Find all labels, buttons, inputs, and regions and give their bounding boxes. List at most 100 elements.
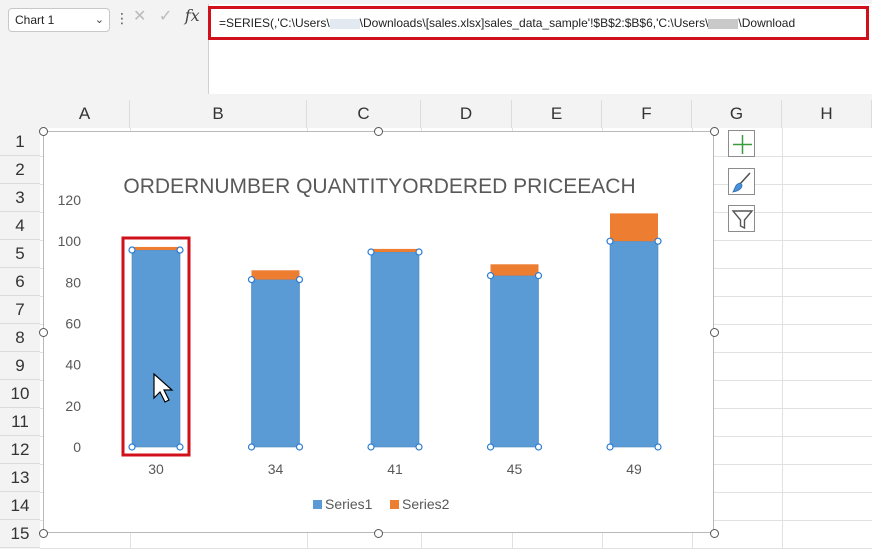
y-tick-label: 0 [73, 439, 81, 455]
point-selection-handle[interactable] [176, 246, 184, 254]
row-header-7[interactable]: 7 [0, 296, 40, 324]
more-options-icon[interactable]: ⋮ [115, 10, 129, 27]
row-header-5[interactable]: 5 [0, 240, 40, 268]
row-header-13[interactable]: 13 [0, 464, 40, 492]
formula-buttons: ✕ ✓ fx [133, 6, 208, 34]
plus-icon [733, 135, 752, 154]
insert-function-icon[interactable]: fx [185, 6, 200, 25]
point-selection-handle[interactable] [367, 443, 375, 451]
bar-series1-30[interactable] [131, 249, 181, 448]
legend-swatch-series2 [390, 500, 399, 509]
row-header-14[interactable]: 14 [0, 492, 40, 520]
column-header-g[interactable]: G [692, 100, 782, 128]
resize-handle[interactable] [38, 327, 48, 337]
point-selection-handle[interactable] [415, 248, 423, 256]
bar-series1-41[interactable] [370, 251, 420, 448]
bar-series2-34[interactable] [251, 270, 300, 280]
bar-series1-49[interactable] [609, 240, 659, 448]
row-header-1[interactable]: 1 [0, 128, 40, 156]
row-header-10[interactable]: 10 [0, 380, 40, 408]
y-tick-label: 60 [65, 316, 81, 332]
x-tick-label: 45 [507, 461, 523, 477]
point-selection-handle[interactable] [606, 443, 614, 451]
point-selection-handle[interactable] [128, 246, 136, 254]
y-tick-label: 40 [65, 357, 81, 373]
chart-styles-button[interactable] [728, 168, 755, 195]
funnel-icon [731, 210, 754, 230]
column-header-d[interactable]: D [421, 100, 512, 128]
chevron-down-icon[interactable]: ⌄ [95, 13, 104, 27]
row-header-8[interactable]: 8 [0, 324, 40, 352]
row-header-6[interactable]: 6 [0, 268, 40, 296]
x-tick-label: 49 [626, 461, 642, 477]
point-selection-handle[interactable] [534, 443, 543, 451]
bar-series2-45[interactable] [490, 264, 539, 276]
row-header-9[interactable]: 9 [0, 352, 40, 380]
legend-label-series2[interactable]: Series2 [402, 496, 450, 512]
redacted-username [329, 18, 360, 29]
point-selection-handle[interactable] [247, 443, 256, 451]
formula-part-1: =SERIES(,'C:\Users\ [219, 16, 330, 30]
x-tick-label: 30 [148, 461, 164, 477]
column-header-b[interactable]: B [130, 100, 307, 128]
column-gridline [782, 128, 783, 548]
bar-series2-49[interactable] [610, 213, 658, 242]
resize-handle[interactable] [709, 327, 719, 337]
row-header-2[interactable]: 2 [0, 156, 40, 184]
formula-part-2: \Downloads\[sales.xlsx]sales_data_sample… [359, 16, 709, 30]
name-box-value: Chart 1 [15, 13, 55, 27]
y-tick-label: 80 [65, 274, 81, 290]
formula-input[interactable]: =SERIES(,'C:\Users\ \Downloads\[sales.xls… [208, 6, 869, 40]
point-selection-handle[interactable] [128, 443, 136, 451]
row-header-11[interactable]: 11 [0, 408, 40, 436]
point-selection-handle[interactable] [486, 443, 495, 451]
column-header-a[interactable]: A [40, 100, 130, 128]
column-header-e[interactable]: E [512, 100, 602, 128]
redacted-username [708, 18, 739, 29]
column-header-c[interactable]: C [307, 100, 421, 128]
bar-series2-41[interactable] [371, 248, 419, 252]
point-selection-handle[interactable] [415, 443, 423, 451]
legend-label-series1[interactable]: Series1 [325, 496, 373, 512]
x-tick-label: 41 [387, 461, 403, 477]
point-selection-handle[interactable] [606, 237, 614, 245]
row-header-3[interactable]: 3 [0, 184, 40, 212]
point-selection-handle[interactable] [176, 443, 184, 451]
point-selection-handle[interactable] [247, 275, 256, 284]
row-header-12[interactable]: 12 [0, 436, 40, 464]
bar-series1-45[interactable] [490, 275, 539, 448]
y-tick-label: 120 [58, 192, 82, 208]
bar-series1-34[interactable] [251, 279, 300, 448]
formula-part-3: \Download [738, 16, 796, 30]
chart-plot[interactable]: 0 20 40 60 80 100 120 30 34 41 45 49 Series1 Series2 [44, 132, 715, 534]
resize-handle[interactable] [374, 528, 383, 538]
point-selection-handle[interactable] [295, 443, 304, 451]
resize-handle[interactable] [374, 126, 383, 136]
paintbrush-icon [732, 172, 751, 193]
legend-swatch-series1 [313, 500, 322, 509]
point-selection-handle[interactable] [534, 272, 543, 280]
check-icon[interactable]: ✓ [159, 6, 172, 26]
chart[interactable]: ORDERNUMBER QUANTITYORDERED PRICEEACH 02… [43, 131, 714, 533]
column-header-h[interactable]: H [782, 100, 872, 128]
resize-handle[interactable] [38, 126, 48, 136]
chart-filters-button[interactable] [728, 205, 755, 232]
row-header-4[interactable]: 4 [0, 212, 40, 240]
resize-handle[interactable] [38, 528, 48, 538]
row-header-15[interactable]: 15 [0, 520, 40, 548]
chart-elements-button[interactable] [728, 130, 755, 157]
point-selection-handle[interactable] [654, 443, 662, 451]
name-box[interactable]: Chart 1 ⌄ [8, 8, 110, 32]
y-tick-label: 100 [58, 233, 82, 249]
y-tick-label: 20 [65, 398, 81, 414]
resize-handle[interactable] [709, 126, 719, 136]
point-selection-handle[interactable] [367, 248, 375, 256]
column-header-f[interactable]: F [602, 100, 692, 128]
close-icon[interactable]: ✕ [133, 6, 146, 26]
bar-series2-30[interactable] [132, 246, 180, 251]
point-selection-handle[interactable] [654, 237, 662, 245]
point-selection-handle[interactable] [295, 275, 304, 284]
point-selection-handle[interactable] [486, 272, 495, 280]
x-tick-label: 34 [268, 461, 284, 477]
resize-handle[interactable] [709, 528, 719, 538]
